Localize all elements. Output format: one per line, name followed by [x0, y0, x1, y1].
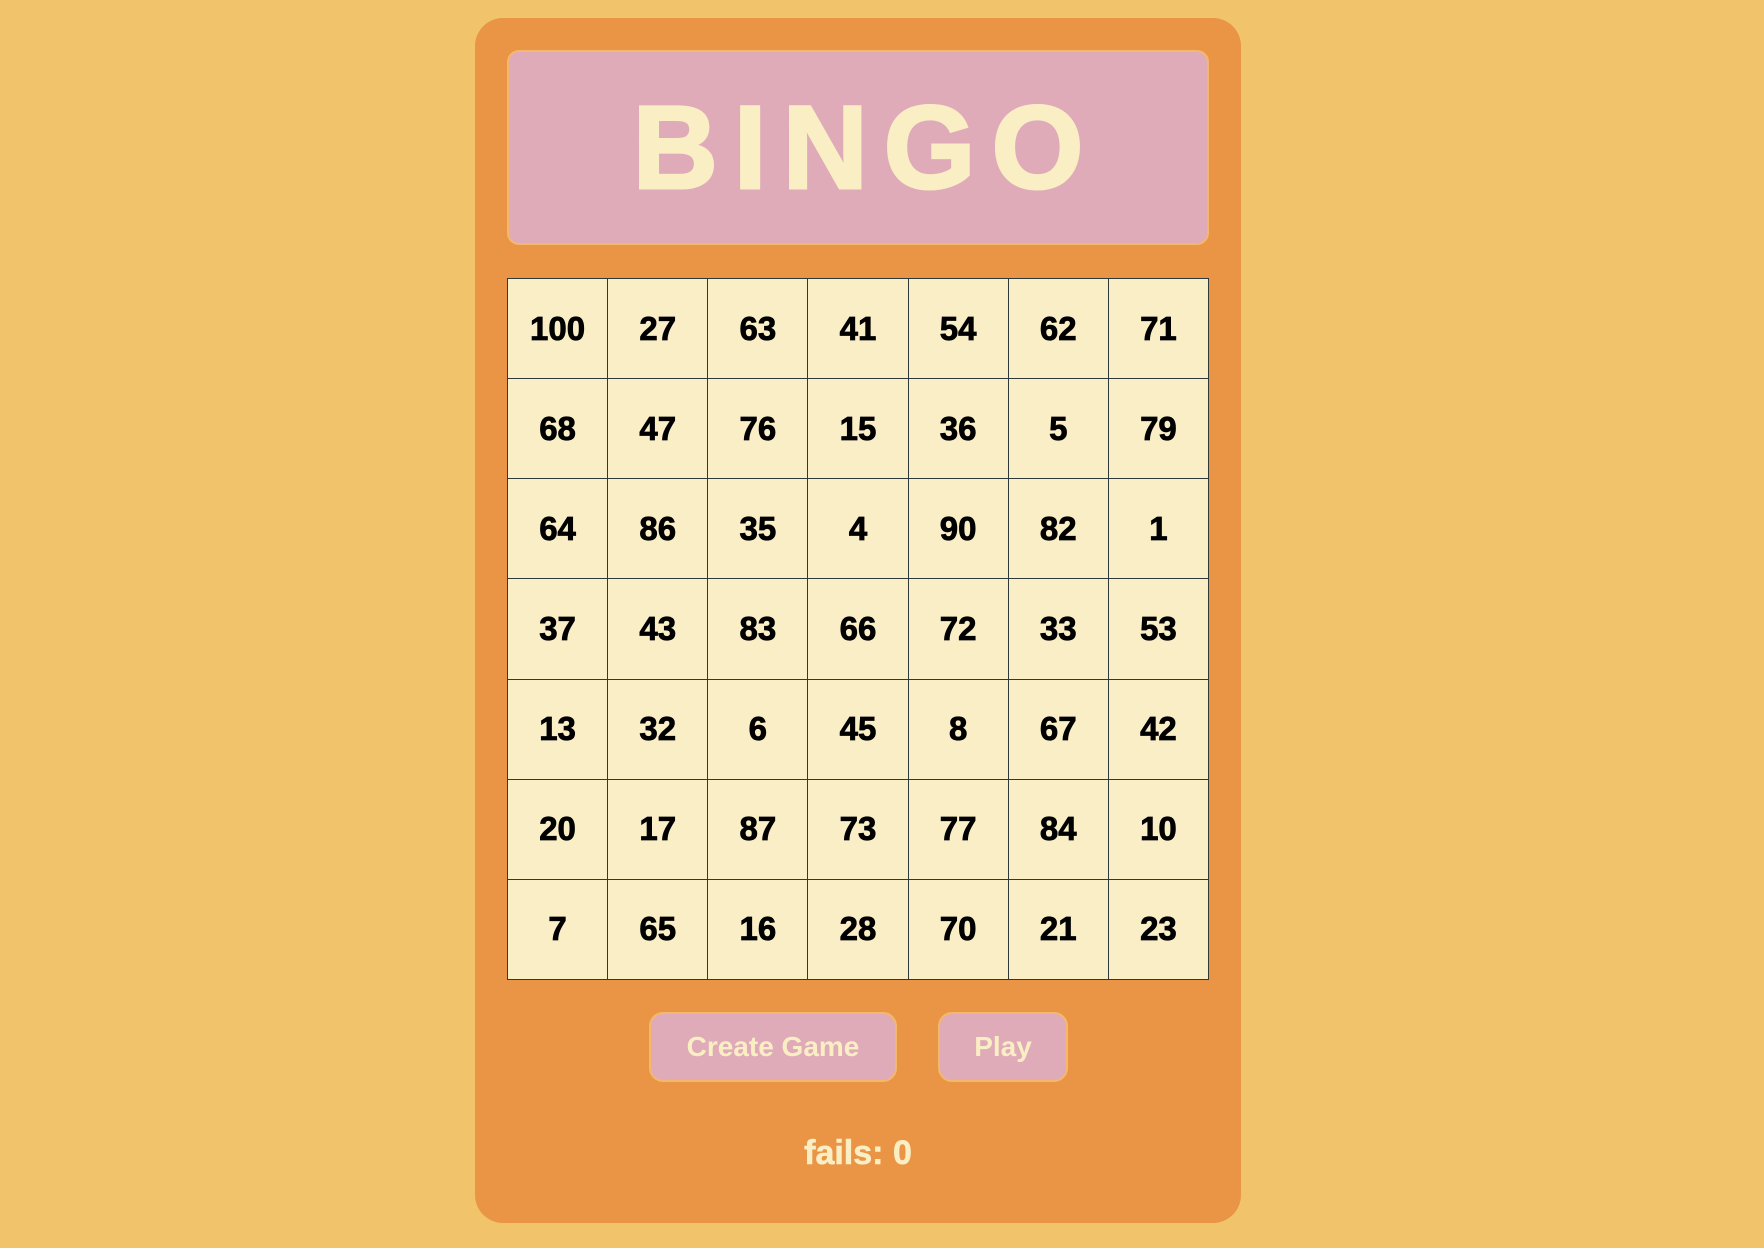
play-button[interactable]: Play: [938, 1012, 1068, 1082]
board-cell[interactable]: 17: [608, 779, 709, 880]
board-cell[interactable]: 84: [1008, 779, 1109, 880]
board-cell[interactable]: 28: [808, 879, 909, 980]
board-cell[interactable]: 1: [1108, 479, 1209, 580]
board-cell[interactable]: 23: [1108, 879, 1209, 980]
board-cell[interactable]: 10: [1108, 779, 1209, 880]
board-cell[interactable]: 5: [1008, 379, 1109, 480]
board-cell[interactable]: 62: [1008, 279, 1109, 380]
bingo-card: BINGO 100 27 63 41 54 62 71 68 47 76 15 36 5 79 64 86 35…: [475, 18, 1241, 1223]
board-cell[interactable]: 6: [708, 679, 809, 780]
board-cell[interactable]: 37: [508, 579, 609, 680]
board-cell[interactable]: 47: [608, 379, 709, 480]
fails-counter: fails: 0: [475, 1134, 1241, 1173]
board-cell[interactable]: 8: [908, 679, 1009, 780]
title-banner: BINGO: [507, 50, 1209, 245]
bingo-board: 100 27 63 41 54 62 71 68 47 76 15 36 5 79 64 86 35 4 90 82 1…: [507, 278, 1209, 980]
board-cell[interactable]: 27: [608, 279, 709, 380]
board-cell[interactable]: 70: [908, 879, 1009, 980]
board-cell[interactable]: 71: [1108, 279, 1209, 380]
board-cell[interactable]: 82: [1008, 479, 1109, 580]
board-cell[interactable]: 16: [708, 879, 809, 980]
button-row: Create Game Play: [475, 1012, 1241, 1082]
board-cell[interactable]: 33: [1008, 579, 1109, 680]
board-cell[interactable]: 41: [808, 279, 909, 380]
board-cell[interactable]: 43: [608, 579, 709, 680]
board-cell[interactable]: 4: [808, 479, 909, 580]
board-cell[interactable]: 36: [908, 379, 1009, 480]
board-cell[interactable]: 7: [508, 879, 609, 980]
board-cell[interactable]: 15: [808, 379, 909, 480]
board-cell[interactable]: 83: [708, 579, 809, 680]
board-cell[interactable]: 45: [808, 679, 909, 780]
board-cell[interactable]: 66: [808, 579, 909, 680]
page-title: BINGO: [631, 81, 1100, 214]
board-cell[interactable]: 20: [508, 779, 609, 880]
board-cell[interactable]: 67: [1008, 679, 1109, 780]
board-cell[interactable]: 90: [908, 479, 1009, 580]
board-cell[interactable]: 72: [908, 579, 1009, 680]
board-cell[interactable]: 86: [608, 479, 709, 580]
board-cell[interactable]: 68: [508, 379, 609, 480]
board-cell[interactable]: 64: [508, 479, 609, 580]
board-cell[interactable]: 63: [708, 279, 809, 380]
board-cell[interactable]: 100: [508, 279, 609, 380]
board-cell[interactable]: 35: [708, 479, 809, 580]
board-cell[interactable]: 32: [608, 679, 709, 780]
board-cell[interactable]: 13: [508, 679, 609, 780]
board-cell[interactable]: 76: [708, 379, 809, 480]
board-cell[interactable]: 21: [1008, 879, 1109, 980]
board-cell[interactable]: 73: [808, 779, 909, 880]
fails-label: fails:: [804, 1134, 884, 1173]
board-cell[interactable]: 87: [708, 779, 809, 880]
board-cell[interactable]: 42: [1108, 679, 1209, 780]
board-cell[interactable]: 65: [608, 879, 709, 980]
board-cell[interactable]: 54: [908, 279, 1009, 380]
fails-count: 0: [892, 1134, 913, 1173]
board-cell[interactable]: 77: [908, 779, 1009, 880]
board-cell[interactable]: 53: [1108, 579, 1209, 680]
create-game-button[interactable]: Create Game: [649, 1012, 897, 1082]
board-cell[interactable]: 79: [1108, 379, 1209, 480]
